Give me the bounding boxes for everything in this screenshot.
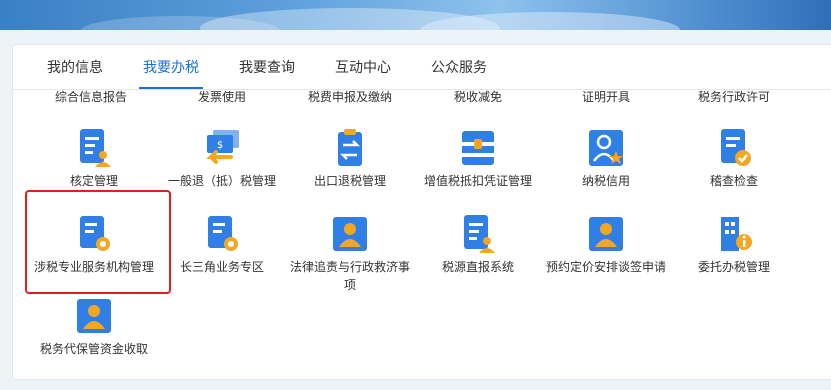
service-label: 长三角业务专区 (179, 260, 264, 274)
vat-deduction-box-icon (462, 131, 494, 165)
service-label: 一般退（抵）税管理 (167, 174, 276, 188)
svg-text:$: $ (217, 140, 223, 151)
service-label: 出口退税管理 (313, 174, 386, 188)
service-export-refund[interactable]: 出口退税管理 (285, 127, 415, 190)
person-card-icon (77, 299, 111, 333)
service-label: 核定管理 (69, 174, 118, 188)
person-card-icon (589, 217, 623, 251)
service-label: 委托办税管理 (697, 260, 770, 274)
service-tax-source-report[interactable]: 税源直报系统 (413, 213, 543, 276)
tab-public-service[interactable]: 公众服务 (427, 59, 491, 89)
service-entrusted-tax[interactable]: 委托办税管理 (669, 213, 799, 276)
tab-tax-handling[interactable]: 我要办税 (139, 59, 203, 89)
tab-query[interactable]: 我要查询 (235, 59, 299, 89)
service-label: 预约定价安排谈签申请 (545, 260, 666, 274)
service-label: 增值税抵扣凭证管理 (423, 174, 532, 188)
service-audit-inspection[interactable]: 稽查检查 (669, 127, 799, 190)
service-label: 稽查检查 (709, 174, 758, 188)
tab-bar: 我的信息 我要办税 我要查询 互动中心 公众服务 (13, 45, 831, 90)
service-tax-credit[interactable]: 纳税信用 (541, 127, 671, 190)
document-gear-icon (208, 216, 238, 251)
document-check-icon (721, 129, 751, 166)
person-card-icon (333, 217, 367, 251)
service-tax-custody-funds[interactable]: 税务代保管资金收取 (29, 295, 159, 358)
service-general-refund[interactable]: $ 一般退（抵）税管理 (157, 127, 287, 190)
service-advance-pricing[interactable]: 预约定价安排谈签申请 (541, 213, 671, 276)
refund-cards-icon: $ (206, 130, 239, 164)
category-tax-relief[interactable]: 税收减免 (454, 90, 502, 104)
export-refund-clipboard-icon (338, 129, 362, 166)
building-info-icon (721, 217, 752, 251)
service-vat-deduction[interactable]: 增值税抵扣凭证管理 (413, 127, 543, 190)
category-invoice-use[interactable]: 发票使用 (198, 90, 246, 104)
tax-service-panel: 我的信息 我要办税 我要查询 互动中心 公众服务 综合信息报告 发票使用 税费申… (12, 44, 831, 380)
tab-interaction-center[interactable]: 互动中心 (331, 59, 395, 89)
service-assessment-management[interactable]: 核定管理 (29, 127, 159, 190)
selection-highlight-box (25, 190, 171, 294)
service-label: 税务代保管资金收取 (39, 342, 148, 356)
header-banner (0, 0, 831, 30)
category-admin-permit[interactable]: 税务行政许可 (698, 90, 770, 104)
person-star-icon (589, 130, 623, 166)
service-legal-relief[interactable]: 法律追责与行政救济事项 (285, 213, 415, 294)
category-declaration-payment[interactable]: 税费申报及缴纳 (308, 90, 392, 104)
document-person-icon (464, 215, 495, 253)
category-row: 综合信息报告 发票使用 税费申报及缴纳 税收减免 证明开具 税务行政许可 (13, 90, 831, 106)
service-label: 法律追责与行政救济事项 (289, 260, 410, 292)
category-certificate[interactable]: 证明开具 (582, 90, 630, 104)
category-comprehensive-report[interactable]: 综合信息报告 (55, 90, 127, 104)
tab-my-info[interactable]: 我的信息 (43, 59, 107, 89)
document-person-icon (80, 129, 111, 167)
service-yangtze-delta-zone[interactable]: 长三角业务专区 (157, 213, 287, 276)
service-label: 税源直报系统 (441, 260, 514, 274)
service-label: 纳税信用 (581, 174, 630, 188)
